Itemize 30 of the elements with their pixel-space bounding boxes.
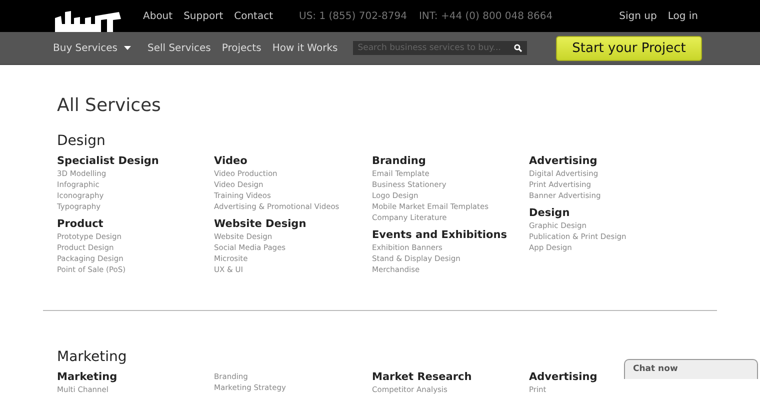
- category-heading: Video: [214, 155, 248, 168]
- page-title: All Services: [57, 95, 162, 116]
- category-heading: Product: [57, 218, 104, 231]
- nav-link[interactable]: Support: [184, 10, 224, 22]
- nav-link[interactable]: Contact: [234, 10, 274, 22]
- category-heading: Advertising: [529, 371, 598, 384]
- search-icon[interactable]: [514, 44, 522, 52]
- category-heading: Website Design: [214, 218, 306, 231]
- account-link[interactable]: Log in: [668, 10, 698, 22]
- category-heading: Market Research: [372, 371, 472, 384]
- logo-drawing[interactable]: [55, 10, 121, 32]
- section-title: Marketing: [57, 349, 128, 365]
- buy-services-dropdown[interactable]: Buy Services: [53, 42, 132, 54]
- nav-link[interactable]: Sell Services: [147, 42, 211, 54]
- category-heading: Design: [529, 207, 570, 220]
- category-heading: Advertising: [529, 155, 598, 168]
- phone-number: INT: +44 (0) 800 048 8664: [418, 10, 553, 22]
- phone-number: US: 1 (855) 702-8794: [299, 10, 407, 22]
- category-heading: Specialist Design: [57, 155, 159, 168]
- caret-icon: [124, 46, 132, 50]
- category-heading: Marketing: [57, 371, 118, 384]
- chat-now-tab[interactable]: Chat now: [624, 359, 758, 379]
- nav-link[interactable]: Projects: [222, 42, 262, 54]
- nav-link[interactable]: How it Works: [272, 42, 338, 54]
- start-project-button[interactable]: Start your Project: [556, 36, 702, 60]
- account-link[interactable]: Sign up: [619, 10, 657, 22]
- category-heading: Events and Exhibitions: [372, 229, 507, 242]
- nav-link[interactable]: About: [143, 10, 173, 22]
- category-heading: Branding: [372, 155, 426, 168]
- section-title: Design: [57, 133, 106, 149]
